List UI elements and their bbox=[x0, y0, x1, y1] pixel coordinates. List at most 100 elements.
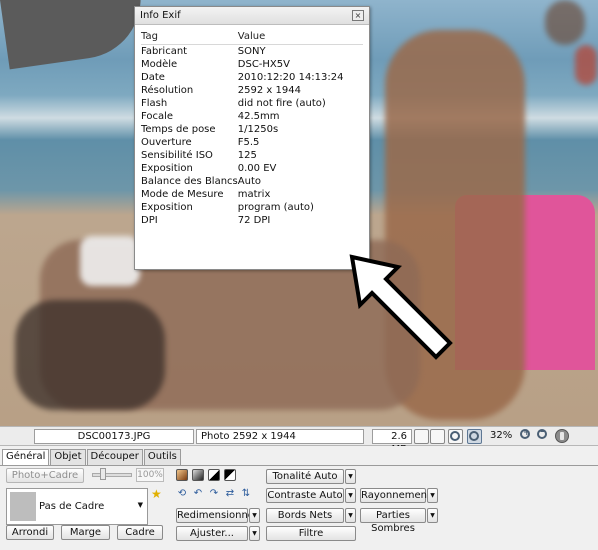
redimensionner-dropdown[interactable]: ▼ bbox=[249, 508, 260, 523]
annotation-arrow-exif bbox=[349, 254, 453, 360]
exif-row: Exposition program (auto) bbox=[141, 201, 363, 214]
frame-select[interactable]: Pas de Cadre ▼ bbox=[6, 488, 148, 525]
exif-tag-cell: Fabricant bbox=[141, 45, 188, 57]
fit-screen-icon[interactable] bbox=[414, 429, 429, 444]
flip-icon[interactable]: ⇄ bbox=[224, 488, 236, 500]
exif-row: Flash did not fire (auto) bbox=[141, 97, 363, 110]
filtre-button[interactable]: Filtre bbox=[266, 526, 356, 541]
exif-value-cell: matrix bbox=[237, 188, 271, 200]
close-icon[interactable]: × bbox=[352, 10, 364, 21]
cadre-button[interactable]: Cadre bbox=[117, 525, 163, 540]
exif-value-cell: 0.00 EV bbox=[237, 162, 277, 174]
pixelated-white-clothes bbox=[80, 236, 140, 286]
frame-percent-field[interactable]: 100% bbox=[136, 468, 164, 482]
contraste-auto-button[interactable]: Contraste Auto bbox=[266, 488, 344, 503]
exif-tag-cell: Résolution bbox=[141, 84, 194, 96]
exif-tag-cell: Temps de pose bbox=[141, 123, 216, 135]
rotate-right-icon[interactable]: ↷ bbox=[208, 488, 220, 500]
tab-objet[interactable]: Objet bbox=[50, 449, 86, 465]
exif-info-window[interactable]: Info Exif × Tag Value Fabricant SONY Modèl… bbox=[134, 6, 370, 270]
exif-value-cell: 72 DPI bbox=[237, 214, 271, 226]
exif-row: Résolution 2592 x 1944 bbox=[141, 84, 363, 97]
exif-table-body: Fabricant SONY Modèle DSC-HX5V Date 2010:12:2… bbox=[141, 44, 363, 227]
fullscreen-icon[interactable] bbox=[430, 429, 445, 444]
exif-tag-cell: Exposition bbox=[141, 162, 193, 174]
frame-thumbnail bbox=[10, 492, 36, 521]
sepia-swatch-icon[interactable] bbox=[176, 469, 188, 481]
rayonnement-dropdown[interactable]: ▼ bbox=[427, 488, 438, 503]
exif-value-cell: 2010:12:20 14:13:24 bbox=[237, 71, 344, 83]
ajuster-dropdown[interactable]: ▼ bbox=[249, 526, 260, 541]
frame-slider-thumb[interactable] bbox=[100, 468, 106, 480]
star-icon[interactable]: ★ bbox=[151, 487, 162, 501]
status-dimensions: Photo 2592 x 1944 bbox=[196, 429, 364, 444]
tab-decouper[interactable]: Découper bbox=[86, 449, 143, 465]
exif-row: Exposition 0.00 EV bbox=[141, 162, 363, 175]
frame-slider-track[interactable] bbox=[92, 473, 132, 477]
tonalite-dropdown[interactable]: ▼ bbox=[345, 469, 356, 484]
exif-value-cell: program (auto) bbox=[237, 201, 314, 213]
exif-row: Sensibilité ISO 125 bbox=[141, 149, 363, 162]
zoom-in-icon[interactable]: + bbox=[520, 428, 535, 444]
exif-window-titlebar[interactable]: Info Exif × bbox=[135, 7, 369, 25]
negative-swatch-icon[interactable] bbox=[224, 469, 236, 481]
exif-tag-cell: Exposition bbox=[141, 201, 193, 213]
exif-row: Ouverture F5.5 bbox=[141, 136, 363, 149]
exif-tag-cell: DPI bbox=[141, 214, 158, 226]
black-white-swatch-icon[interactable] bbox=[208, 469, 220, 481]
exif-value-cell: 125 bbox=[237, 149, 257, 161]
zoom-actual-icon[interactable] bbox=[467, 429, 482, 444]
contraste-dropdown[interactable]: ▼ bbox=[345, 488, 356, 503]
tonalite-auto-button[interactable]: Tonalité Auto bbox=[266, 469, 344, 484]
redimensionner-button[interactable]: Redimensionner bbox=[176, 508, 258, 523]
rayonnement-button[interactable]: Rayonnement bbox=[360, 488, 431, 503]
exif-row: Modèle DSC-HX5V bbox=[141, 58, 363, 71]
column-header-value: Value bbox=[237, 29, 363, 45]
exif-row: Fabricant SONY bbox=[141, 44, 363, 58]
bords-nets-dropdown[interactable]: ▼ bbox=[345, 508, 356, 523]
rotate-arbitrary-icon[interactable]: ⟲ bbox=[176, 488, 188, 500]
zoom-fit-icon[interactable] bbox=[448, 429, 463, 444]
bords-nets-button[interactable]: Bords Nets bbox=[266, 508, 344, 523]
exif-row: Balance des Blancs Auto bbox=[141, 175, 363, 188]
exif-tag-cell: Date bbox=[141, 71, 165, 83]
zoom-out-icon[interactable]: – bbox=[537, 427, 552, 444]
status-zoom: 32% bbox=[490, 430, 513, 441]
exif-value-cell: 1/1250s bbox=[237, 123, 279, 135]
arrondi-button[interactable]: Arrondi bbox=[6, 525, 54, 540]
frame-select-label: Pas de Cadre bbox=[39, 501, 105, 512]
grayscale-swatch-icon[interactable] bbox=[192, 469, 204, 481]
ajuster-button[interactable]: Ajuster... bbox=[176, 526, 248, 541]
exif-tag-cell: Sensibilité ISO bbox=[141, 149, 213, 161]
exif-tag-cell: Modèle bbox=[141, 58, 178, 70]
exif-value-cell: SONY bbox=[237, 45, 266, 57]
marge-button[interactable]: Marge bbox=[61, 525, 110, 540]
rotate-left-icon[interactable]: ↶ bbox=[192, 488, 204, 500]
flip-vertical-icon[interactable]: ⇅ bbox=[240, 488, 252, 500]
pixelated-person-background-2 bbox=[575, 45, 597, 85]
pixelated-shadow bbox=[15, 300, 165, 410]
exif-row: Date 2010:12:20 14:13:24 bbox=[141, 71, 363, 84]
status-filename: DSC00173.JPG bbox=[34, 429, 194, 444]
pixelated-person-background bbox=[545, 0, 585, 45]
status-filesize: 2.6 MB bbox=[372, 429, 412, 455]
settings-panel: Général Objet Découper Outils Photo+Cadr… bbox=[0, 446, 598, 550]
column-header-tag: Tag bbox=[141, 29, 238, 45]
exif-tag-cell: Focale bbox=[141, 110, 174, 122]
tab-general[interactable]: Général bbox=[2, 449, 50, 466]
exif-value-cell: Auto bbox=[237, 175, 261, 187]
exif-value-cell: did not fire (auto) bbox=[237, 97, 326, 109]
exif-row: Mode de Mesure matrix bbox=[141, 188, 363, 201]
exif-tag-cell: Balance des Blancs bbox=[141, 175, 238, 187]
parties-sombres-button[interactable]: Parties Sombres bbox=[360, 508, 426, 534]
photo-cadre-button[interactable]: Photo+Cadre bbox=[6, 468, 84, 483]
exif-tag-cell: Flash bbox=[141, 97, 168, 109]
status-bar: DSC00173.JPG Photo 2592 x 1944 2.6 MB 32… bbox=[0, 426, 598, 455]
info-icon[interactable] bbox=[555, 429, 569, 443]
exif-window-title: Info Exif bbox=[140, 10, 181, 21]
parties-sombres-dropdown[interactable]: ▼ bbox=[427, 508, 438, 523]
panel-tabs: Général Objet Découper Outils bbox=[2, 449, 182, 466]
exif-row: DPI 72 DPI bbox=[141, 214, 363, 227]
tab-outils[interactable]: Outils bbox=[143, 449, 181, 465]
umbrella-shape bbox=[0, 0, 149, 70]
